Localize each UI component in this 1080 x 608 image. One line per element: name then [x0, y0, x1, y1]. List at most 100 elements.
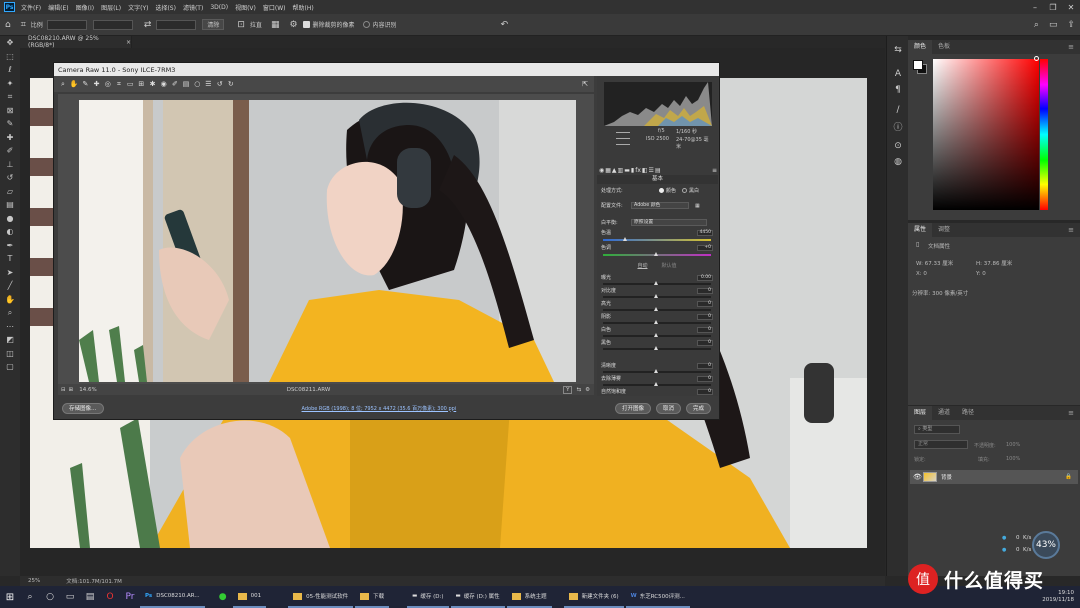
- hue-slider[interactable]: [1040, 59, 1048, 210]
- search-icon[interactable]: ⌕: [1034, 20, 1039, 30]
- menu-3d[interactable]: 3D(D): [210, 4, 228, 11]
- wechat-icon[interactable]: ●: [213, 592, 233, 602]
- eraser-icon[interactable]: ▱: [0, 185, 20, 199]
- eye-icon[interactable]: 👁: [913, 473, 922, 481]
- zoom-status[interactable]: 25%: [28, 578, 40, 584]
- pen-tool-icon[interactable]: ✒: [0, 239, 20, 253]
- detail-tab-icon[interactable]: ▲: [612, 167, 617, 174]
- taskbar-app-drive[interactable]: ▬ 缓存 (D:): [407, 586, 449, 608]
- hand-tool-icon[interactable]: ✋: [0, 293, 20, 307]
- menu-type[interactable]: 文字(Y): [128, 3, 148, 12]
- adjustment-value[interactable]: 0: [697, 339, 713, 346]
- crop-icon[interactable]: ⌗: [114, 80, 124, 89]
- taskbar-app-folder[interactable]: 001: [232, 586, 267, 608]
- panel-menu-icon[interactable]: ≡: [1068, 226, 1074, 234]
- color-radio[interactable]: [659, 188, 664, 193]
- gear-icon[interactable]: ⚙: [289, 20, 297, 30]
- adjustment-value[interactable]: 0: [697, 300, 713, 307]
- hand-icon[interactable]: ✋: [69, 80, 79, 88]
- layer-filter-dropdown[interactable]: ⌕ 类型: [914, 425, 960, 434]
- dodge-tool-icon[interactable]: ◐: [0, 225, 20, 239]
- adjustment-slider[interactable]: [603, 369, 711, 373]
- adjustment-slider[interactable]: [603, 333, 711, 337]
- adjustment-slider[interactable]: [603, 294, 711, 298]
- profile-browser-icon[interactable]: ▦: [695, 203, 700, 209]
- hsl-tab-icon[interactable]: ▥: [618, 167, 624, 174]
- targeted-adjust-icon[interactable]: ◎: [103, 80, 113, 88]
- premiere-icon[interactable]: Pr: [120, 592, 140, 602]
- tint-slider-knob[interactable]: [654, 252, 658, 256]
- menu-help[interactable]: 帮助(H): [293, 3, 314, 12]
- brush-tool-icon[interactable]: ✐: [0, 144, 20, 158]
- delete-cropped-checkbox[interactable]: [302, 21, 310, 28]
- compare-views-icon[interactable]: ⇆: [576, 387, 581, 393]
- adjustment-slider[interactable]: [603, 320, 711, 324]
- clear-button[interactable]: 清除: [202, 19, 225, 30]
- ratio-label[interactable]: 比例: [31, 20, 43, 29]
- color-picker-field[interactable]: [933, 59, 1039, 210]
- menu-view[interactable]: 视图(V): [235, 3, 256, 12]
- adjustment-slider[interactable]: [603, 307, 711, 311]
- panel-menu-icon[interactable]: ≡: [1068, 409, 1074, 417]
- tab-adjustments[interactable]: 调整: [932, 223, 956, 237]
- line-tool-icon[interactable]: ╱: [0, 279, 20, 293]
- white-balance-icon[interactable]: ✎: [80, 80, 90, 88]
- clone-stamp-icon[interactable]: ⊥: [0, 158, 20, 172]
- layer-name[interactable]: 背景: [941, 473, 952, 481]
- eyedropper-icon[interactable]: ✎: [0, 117, 20, 131]
- content-aware-checkbox[interactable]: [362, 21, 370, 28]
- healing-brush-icon[interactable]: ✚: [0, 131, 20, 145]
- menu-edit[interactable]: 编辑(E): [48, 3, 68, 12]
- panel-menu-icon[interactable]: ≡: [712, 167, 717, 174]
- explorer-icon[interactable]: ▤: [80, 592, 100, 602]
- taskbar-app-folder[interactable]: 05-性能测试软件: [288, 586, 354, 608]
- tab-color[interactable]: 颜色: [908, 40, 933, 54]
- more-tools-icon[interactable]: ⋯: [0, 320, 20, 334]
- presets-tab-icon[interactable]: ☰: [649, 167, 654, 174]
- straighten-icon[interactable]: ▭: [125, 80, 135, 88]
- adjustment-slider-knob[interactable]: [654, 307, 658, 311]
- close-window-button[interactable]: ✕: [1062, 3, 1080, 12]
- rotate-right-icon[interactable]: ↻: [226, 80, 236, 88]
- fill-value[interactable]: 100%: [1006, 456, 1020, 462]
- adjustment-value[interactable]: 0: [697, 287, 713, 294]
- quick-mask-icon[interactable]: ◫: [0, 347, 20, 361]
- color-sampler-icon[interactable]: ✚: [92, 80, 102, 88]
- height-value[interactable]: H: 37.86 厘米: [976, 259, 1012, 267]
- zoom-out-button[interactable]: ⊟: [61, 387, 66, 393]
- adjustment-slider-knob[interactable]: [654, 382, 658, 386]
- temperature-slider-knob[interactable]: [623, 237, 627, 241]
- workspace-icon[interactable]: ▭: [1049, 20, 1058, 30]
- taskbar-app-folder[interactable]: 下载: [355, 586, 390, 608]
- close-icon[interactable]: ×: [126, 39, 131, 46]
- swap-icon[interactable]: ⇄: [144, 20, 152, 30]
- taskbar-app-photoshop[interactable]: Ps DSC08210.AR...: [140, 586, 205, 608]
- taskbar-app-folder[interactable]: 系统主题: [506, 586, 552, 608]
- x-value[interactable]: X: 0: [916, 271, 927, 277]
- adjustment-slider[interactable]: [603, 346, 711, 350]
- crop-icon[interactable]: ⌗: [0, 90, 20, 104]
- screen-mode-icon[interactable]: ▢: [0, 360, 20, 374]
- blend-mode-dropdown[interactable]: 正常: [914, 440, 968, 449]
- settings-icon[interactable]: ⚙: [585, 387, 590, 393]
- opera-icon[interactable]: O: [100, 592, 120, 602]
- profile-dropdown[interactable]: Adobe 颜色: [631, 202, 689, 209]
- magic-wand-icon[interactable]: ✦: [0, 77, 20, 91]
- adjustment-brush-icon[interactable]: ✐: [170, 80, 180, 88]
- taskbar-app-word[interactable]: W 东芝RC500评测...: [625, 586, 690, 608]
- tint-slider[interactable]: [603, 252, 711, 256]
- paragraph-icon[interactable]: ¶: [887, 82, 909, 98]
- grid-overlay-icon[interactable]: ▦: [271, 20, 280, 30]
- path-selection-icon[interactable]: ➤: [0, 266, 20, 280]
- character-icon[interactable]: A: [887, 66, 909, 82]
- navigator-icon[interactable]: ⊙: [887, 138, 909, 154]
- adjustment-slider-knob[interactable]: [654, 369, 658, 373]
- before-after-toggle[interactable]: Y: [563, 385, 573, 394]
- adjustment-value[interactable]: 0: [697, 375, 713, 382]
- done-button[interactable]: 完成: [685, 402, 711, 414]
- task-view-icon[interactable]: ▭: [60, 592, 80, 602]
- type-tool-icon[interactable]: T: [0, 252, 20, 266]
- adjustment-slider-knob[interactable]: [654, 320, 658, 324]
- foreground-color-swatch[interactable]: [913, 60, 923, 70]
- undo-icon[interactable]: ↶: [501, 20, 509, 30]
